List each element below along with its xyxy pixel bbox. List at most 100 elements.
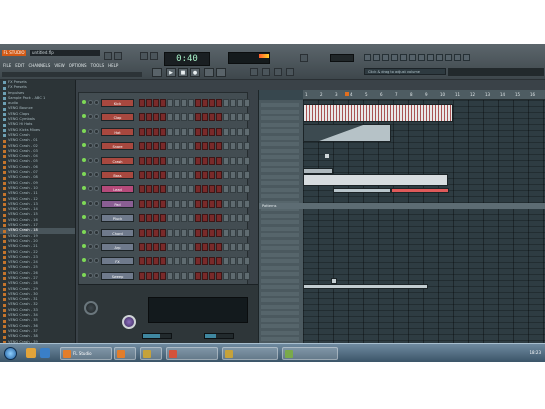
track-header[interactable] xyxy=(261,142,299,146)
step-button[interactable] xyxy=(188,214,194,223)
step-button[interactable] xyxy=(146,127,152,136)
step-button[interactable] xyxy=(223,99,229,107)
playlist-ruler[interactable]: 1 2 3 4 5 6 7 8 9 10 11 12 13 14 15 16 xyxy=(303,90,545,100)
ie-quick-icon[interactable] xyxy=(40,348,50,358)
taskbar-fl-studio[interactable]: FL Studio xyxy=(60,347,112,360)
step-button[interactable] xyxy=(188,99,194,107)
menu-options[interactable]: OPTIONS xyxy=(68,62,88,69)
step-button[interactable] xyxy=(181,214,187,223)
step-button[interactable] xyxy=(153,185,159,194)
step-button[interactable] xyxy=(230,214,236,223)
step-button[interactable] xyxy=(174,214,180,223)
step-button[interactable] xyxy=(195,156,201,165)
step-button[interactable] xyxy=(174,171,180,179)
start-button[interactable] xyxy=(4,347,17,360)
step-button[interactable] xyxy=(139,156,145,165)
step-button[interactable] xyxy=(139,185,145,194)
step-button[interactable] xyxy=(230,127,236,136)
channel-mute-led[interactable] xyxy=(82,258,86,263)
step-button[interactable] xyxy=(223,243,229,251)
step-button[interactable] xyxy=(216,142,222,151)
step-button[interactable] xyxy=(244,257,250,266)
track-header[interactable] xyxy=(261,291,299,296)
channel-row[interactable]: Bass xyxy=(79,169,250,181)
step-button[interactable] xyxy=(174,127,180,136)
channel-pan-knob[interactable] xyxy=(88,215,93,221)
track-header[interactable] xyxy=(261,103,299,107)
step-button[interactable] xyxy=(195,214,201,223)
fl-logo[interactable]: FL STUDIO xyxy=(2,50,26,56)
menu-help[interactable]: HELP xyxy=(107,62,119,69)
step-button[interactable] xyxy=(195,127,201,136)
track-header[interactable] xyxy=(261,116,299,120)
channel-row[interactable]: Crash xyxy=(79,155,250,167)
track-header[interactable] xyxy=(261,161,299,166)
step-button[interactable] xyxy=(167,199,173,208)
step-button[interactable] xyxy=(244,228,250,237)
channel-mute-led[interactable] xyxy=(82,100,86,104)
step-button[interactable] xyxy=(223,214,229,223)
step-button[interactable] xyxy=(195,171,201,179)
step-button[interactable] xyxy=(174,142,180,151)
step-button[interactable] xyxy=(153,243,159,251)
channel-volume-knob[interactable] xyxy=(94,100,99,105)
step-button[interactable] xyxy=(174,271,180,280)
pattern-clip[interactable] xyxy=(303,174,448,186)
step-button[interactable] xyxy=(139,214,145,223)
channel-volume-knob[interactable] xyxy=(94,272,99,278)
channel-name-button[interactable]: Crash xyxy=(101,156,134,165)
settings-icon[interactable] xyxy=(463,54,470,61)
step-button[interactable] xyxy=(216,199,222,208)
step-button[interactable] xyxy=(244,171,250,179)
step-button[interactable] xyxy=(139,199,145,208)
step-button[interactable] xyxy=(188,271,194,280)
step-button[interactable] xyxy=(209,257,215,266)
track-header[interactable] xyxy=(261,194,299,198)
step-button[interactable] xyxy=(244,156,250,165)
snap-icon[interactable] xyxy=(250,68,258,76)
step-button[interactable] xyxy=(216,214,222,223)
step-button[interactable] xyxy=(188,199,194,208)
step-button[interactable] xyxy=(188,142,194,151)
step-button[interactable] xyxy=(167,156,173,165)
pattern-song-toggle[interactable] xyxy=(152,68,162,77)
channel-mute-led[interactable] xyxy=(82,157,86,162)
track-header[interactable] xyxy=(261,174,299,179)
track-header[interactable] xyxy=(261,220,299,224)
channel-pan-knob[interactable] xyxy=(88,272,93,278)
channel-pan-knob[interactable] xyxy=(88,186,93,192)
step-button[interactable] xyxy=(230,228,236,237)
pattern-clip[interactable] xyxy=(331,278,337,284)
automation-clip[interactable] xyxy=(303,124,391,142)
step-button[interactable] xyxy=(146,257,152,266)
step-button[interactable] xyxy=(174,199,180,208)
undo-icon[interactable] xyxy=(418,54,425,61)
track-header[interactable] xyxy=(261,187,299,192)
step-button[interactable] xyxy=(160,214,166,223)
song-position-marker[interactable] xyxy=(345,92,349,96)
step-button[interactable] xyxy=(153,214,159,223)
step-button[interactable] xyxy=(181,257,187,266)
step-button[interactable] xyxy=(153,113,159,122)
step-button[interactable] xyxy=(174,99,180,107)
channel-mute-led[interactable] xyxy=(82,143,86,148)
step-button[interactable] xyxy=(209,243,215,251)
track-header[interactable] xyxy=(261,122,299,127)
step-button[interactable] xyxy=(209,99,215,107)
step-button[interactable] xyxy=(153,171,159,179)
channel-row[interactable]: Pad xyxy=(79,198,250,210)
step-button[interactable] xyxy=(167,142,173,151)
volume-knob[interactable] xyxy=(122,315,136,329)
step-button[interactable] xyxy=(237,199,243,208)
track-header[interactable] xyxy=(261,239,299,244)
step-button[interactable] xyxy=(153,271,159,280)
channel-row[interactable]: Chord xyxy=(79,227,250,239)
track-header[interactable] xyxy=(261,226,299,231)
step-button[interactable] xyxy=(167,228,173,237)
step-button[interactable] xyxy=(230,113,236,122)
channel-row[interactable]: FX xyxy=(79,255,250,267)
track-header[interactable] xyxy=(261,324,299,328)
step-button[interactable] xyxy=(237,228,243,237)
pattern-clip[interactable] xyxy=(303,284,428,289)
step-button[interactable] xyxy=(195,271,201,280)
